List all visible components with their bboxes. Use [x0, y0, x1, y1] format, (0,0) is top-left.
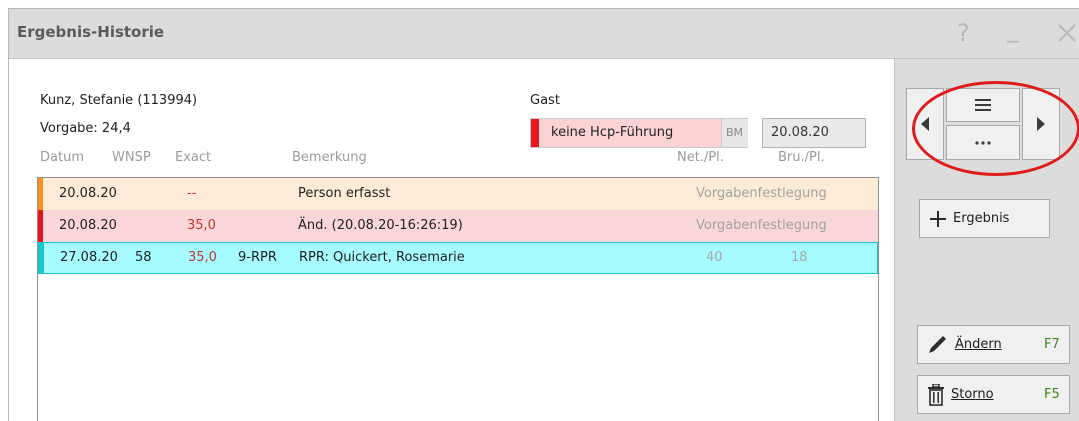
window-title: Ergebnis-Historie	[17, 23, 165, 41]
cancel-entry-label: Storno	[951, 387, 994, 402]
trash-icon	[927, 383, 945, 410]
add-result-label: Ergebnis	[953, 211, 1010, 226]
cancel-entry-button[interactable]: Storno F5	[917, 375, 1070, 414]
row-date: 20.08.20	[59, 186, 117, 201]
row-note: Vorgabenfestlegung	[696, 218, 827, 233]
row-date: 20.08.20	[59, 218, 117, 233]
add-result-button[interactable]: Ergebnis	[919, 199, 1050, 238]
previous-button[interactable]	[906, 88, 944, 160]
result-history-window: Ergebnis-Historie ? _ Kunz, Stefanie (11…	[8, 8, 1079, 421]
row-date: 27.08.20	[60, 250, 118, 265]
more-dots-icon	[947, 126, 1019, 159]
pencil-icon	[926, 334, 948, 360]
next-button[interactable]	[1022, 88, 1060, 160]
list-item-selected[interactable]: 27.08.20 58 35,0 9-RPR RPR: Quickert, Ro…	[38, 242, 878, 274]
row-remark: RPR: Quickert, Rosemarie	[299, 250, 465, 265]
date-field[interactable]: 20.08.20	[762, 118, 866, 148]
row-wnsp: 58	[135, 250, 152, 265]
column-header-wnsp[interactable]: WNSP	[112, 150, 151, 165]
column-header-datum[interactable]: Datum	[40, 150, 84, 165]
close-icon	[1058, 24, 1076, 42]
column-header-net[interactable]: Net./Pl.	[677, 150, 724, 165]
row-exact: 35,0	[188, 250, 217, 265]
row-code: 9-RPR	[238, 250, 277, 265]
list-item[interactable]: 20.08.20 35,0 Änd. (20.08.20-16:26:19) V…	[38, 210, 878, 242]
more-options-button[interactable]	[946, 125, 1020, 160]
row-exact: --	[187, 186, 197, 201]
result-list[interactable]: 20.08.20 -- Person erfasst Vorgabenfestl…	[37, 177, 879, 421]
triangle-left-icon	[907, 89, 943, 159]
column-header-exact[interactable]: Exact	[175, 150, 211, 165]
column-header-bru[interactable]: Bru./Pl.	[778, 150, 825, 165]
hamburger-icon	[947, 89, 1019, 121]
edit-label: Ändern	[955, 337, 1002, 352]
gast-label: Gast	[530, 93, 560, 108]
history-content: Kunz, Stefanie (113994) Vorgabe: 24,4 Ga…	[9, 59, 893, 421]
hcp-status-suffix: BM	[721, 119, 748, 147]
menu-button[interactable]	[946, 88, 1020, 122]
close-button[interactable]	[1057, 19, 1077, 50]
cancel-entry-shortcut: F5	[1044, 387, 1060, 402]
row-note: Vorgabenfestlegung	[696, 186, 827, 201]
column-header-bemerkung[interactable]: Bemerkung	[292, 150, 367, 165]
hcp-status-text: keine Hcp-Führung	[551, 125, 674, 140]
action-panel: Ergebnis Ändern F7 Storno F5	[894, 59, 1079, 421]
player-handicap: Vorgabe: 24,4	[40, 121, 131, 136]
row-stripe	[38, 178, 43, 210]
minimize-button[interactable]: _	[1007, 15, 1019, 43]
row-stripe	[38, 210, 43, 242]
row-net: 40	[706, 250, 723, 265]
edit-shortcut: F7	[1044, 337, 1060, 352]
hcp-status-field[interactable]: keine Hcp-Führung BM	[530, 118, 748, 148]
row-stripe	[39, 243, 44, 273]
row-remark: Person erfasst	[298, 186, 391, 201]
row-exact: 35,0	[187, 218, 216, 233]
row-remark: Änd. (20.08.20-16:26:19)	[298, 218, 463, 233]
triangle-right-icon	[1023, 89, 1059, 159]
edit-button[interactable]: Ändern F7	[917, 325, 1070, 364]
help-button[interactable]: ?	[957, 19, 970, 47]
list-item[interactable]: 20.08.20 -- Person erfasst Vorgabenfestl…	[38, 178, 878, 210]
title-bar: Ergebnis-Historie ? _	[9, 9, 1079, 59]
hcp-status-stripe	[531, 119, 539, 147]
row-bru: 18	[791, 250, 808, 265]
player-name: Kunz, Stefanie (113994)	[40, 93, 198, 108]
plus-icon	[929, 210, 947, 232]
